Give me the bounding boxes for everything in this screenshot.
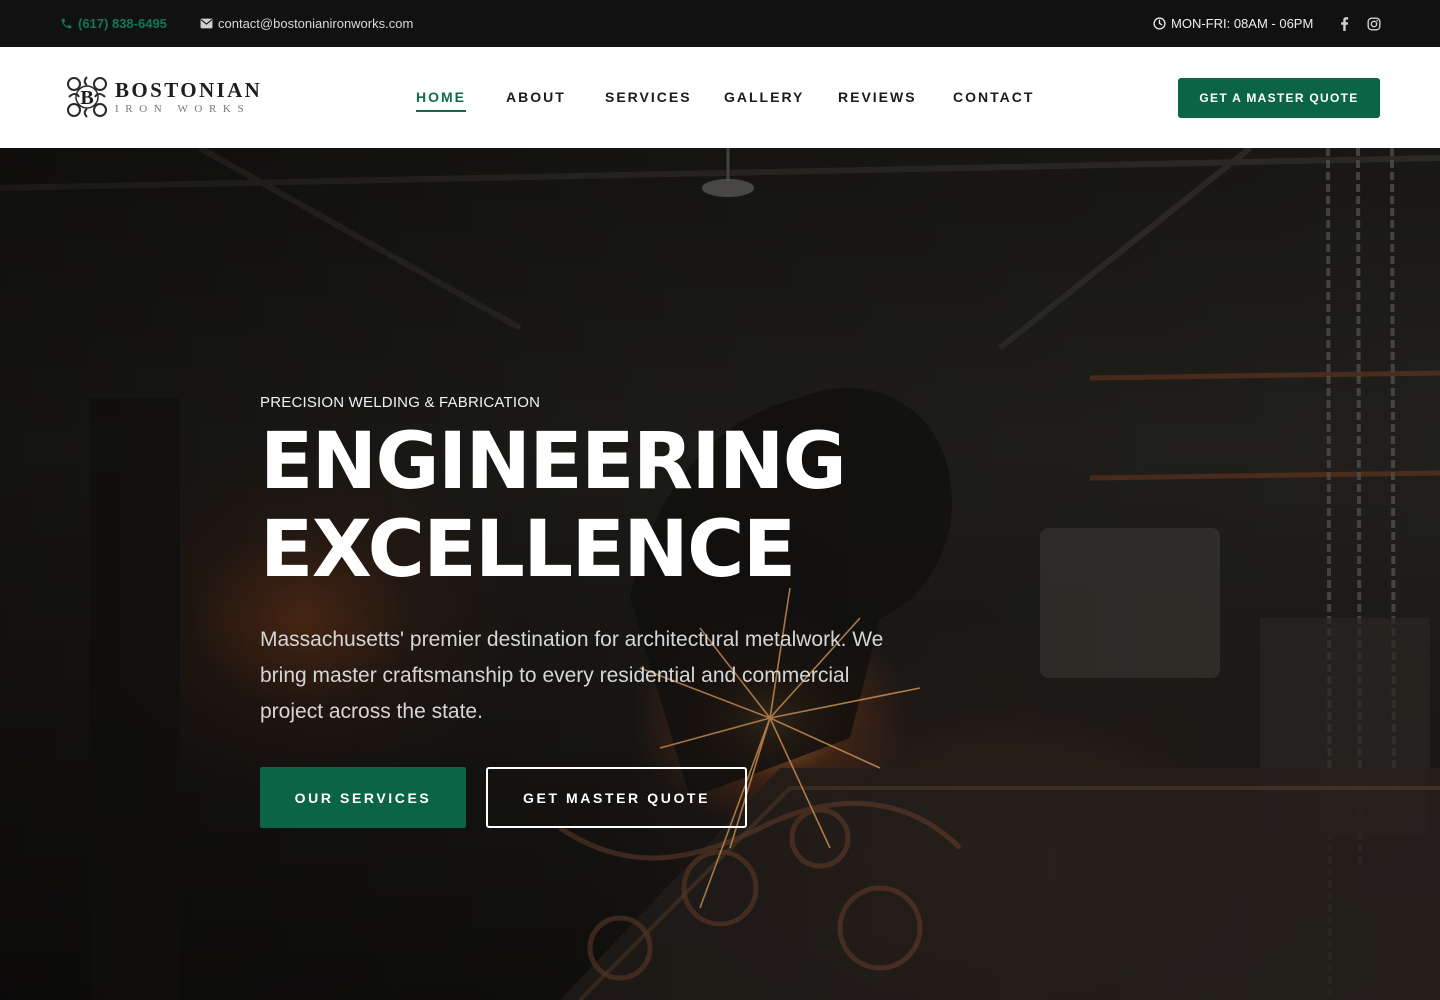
instagram-icon [1367, 16, 1381, 31]
nav-gallery[interactable]: GALLERY [724, 89, 804, 105]
envelope-icon [200, 18, 213, 29]
facebook-link[interactable] [1340, 0, 1349, 47]
nav-reviews[interactable]: REVIEWS [838, 89, 917, 105]
hours-text: MON-FRI: 08AM - 06PM [1171, 16, 1314, 31]
nav-about[interactable]: ABOUT [506, 89, 566, 105]
site-logo[interactable]: B BOSTONIAN IRON WORKS [63, 72, 273, 122]
top-bar: (617) 838-6495 contact@bostonianironwork… [0, 0, 1440, 47]
business-hours: MON-FRI: 08AM - 06PM [1153, 0, 1313, 47]
clock-icon [1153, 17, 1166, 30]
logo-text: BOSTONIAN IRON WORKS [115, 79, 262, 116]
brand-name: BOSTONIAN [115, 77, 263, 102]
nav-services[interactable]: SERVICES [605, 89, 692, 105]
hero-section: PRECISION WELDING & FABRICATION ENGINEER… [0, 148, 1440, 1000]
get-master-quote-button[interactable]: GET MASTER QUOTE [486, 767, 747, 828]
nav-contact[interactable]: CONTACT [953, 89, 1034, 105]
hero-heading-line1: ENGINEERING [260, 417, 847, 507]
email-address: contact@bostonianironworks.com [218, 16, 414, 31]
hero-heading-line2: EXCELLENCE [260, 505, 796, 595]
instagram-link[interactable] [1367, 0, 1381, 47]
monogram-letter: B [80, 87, 93, 109]
monogram-logo-icon: B [67, 76, 107, 118]
phone-link[interactable]: (617) 838-6495 [60, 0, 167, 47]
phone-icon [61, 18, 72, 29]
email-link[interactable]: contact@bostonianironworks.com [200, 0, 413, 47]
site-header: B BOSTONIAN IRON WORKS HOME ABOUT SERVIC… [0, 47, 1440, 148]
hero-description: Massachusetts' premier destination for a… [260, 628, 884, 723]
brand-tagline: IRON WORKS [115, 102, 251, 115]
facebook-icon [1341, 16, 1349, 31]
master-quote-button[interactable]: GET A MASTER QUOTE [1178, 78, 1380, 118]
nav-home[interactable]: HOME [416, 89, 466, 112]
our-services-button[interactable]: OUR SERVICES [260, 767, 466, 828]
hero-heading: ENGINEERING EXCELLENCE [260, 418, 960, 594]
phone-number: (617) 838-6495 [78, 16, 167, 31]
hero-eyebrow: PRECISION WELDING & FABRICATION [260, 394, 541, 411]
